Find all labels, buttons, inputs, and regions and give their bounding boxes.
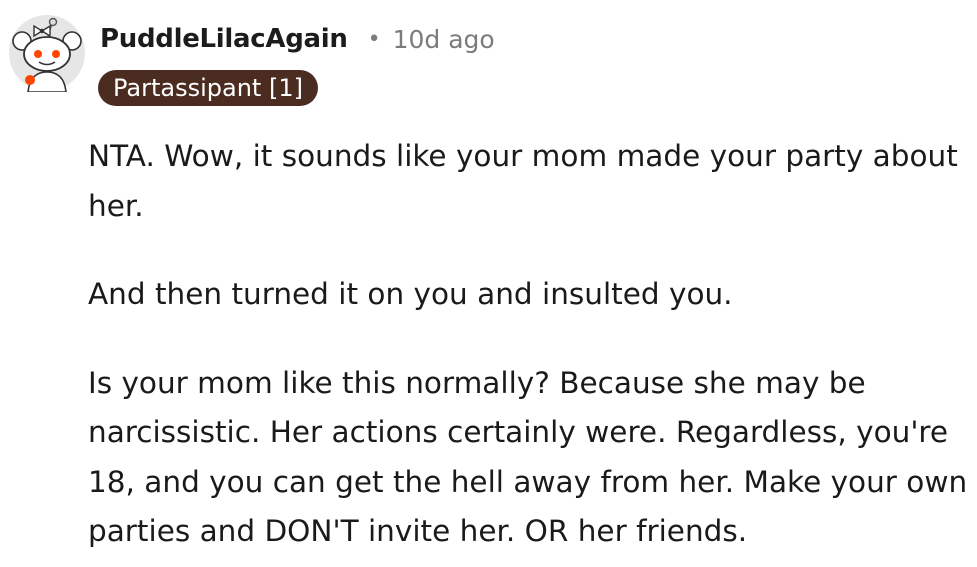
comment-paragraph: Is your mom like this normally? Because … [88,365,968,549]
user-flair-badge: Partassipant [1] [98,70,318,106]
user-avatar-icon[interactable] [8,14,86,93]
comment: PuddleLilacAgain • 10d ago Partassipant … [0,0,977,567]
comment-paragraph: And then turned it on you and insulted y… [88,277,733,311]
comment-header: PuddleLilacAgain • 10d ago [100,24,495,54]
username-link[interactable]: PuddleLilacAgain [100,24,348,54]
comment-body: NTA. Wow, it sounds like your mom made y… [88,132,968,557]
meta-separator: • [367,26,381,52]
comment-paragraph: NTA. Wow, it sounds like your mom made y… [88,139,958,223]
comment-timestamp[interactable]: 10d ago [393,25,495,54]
